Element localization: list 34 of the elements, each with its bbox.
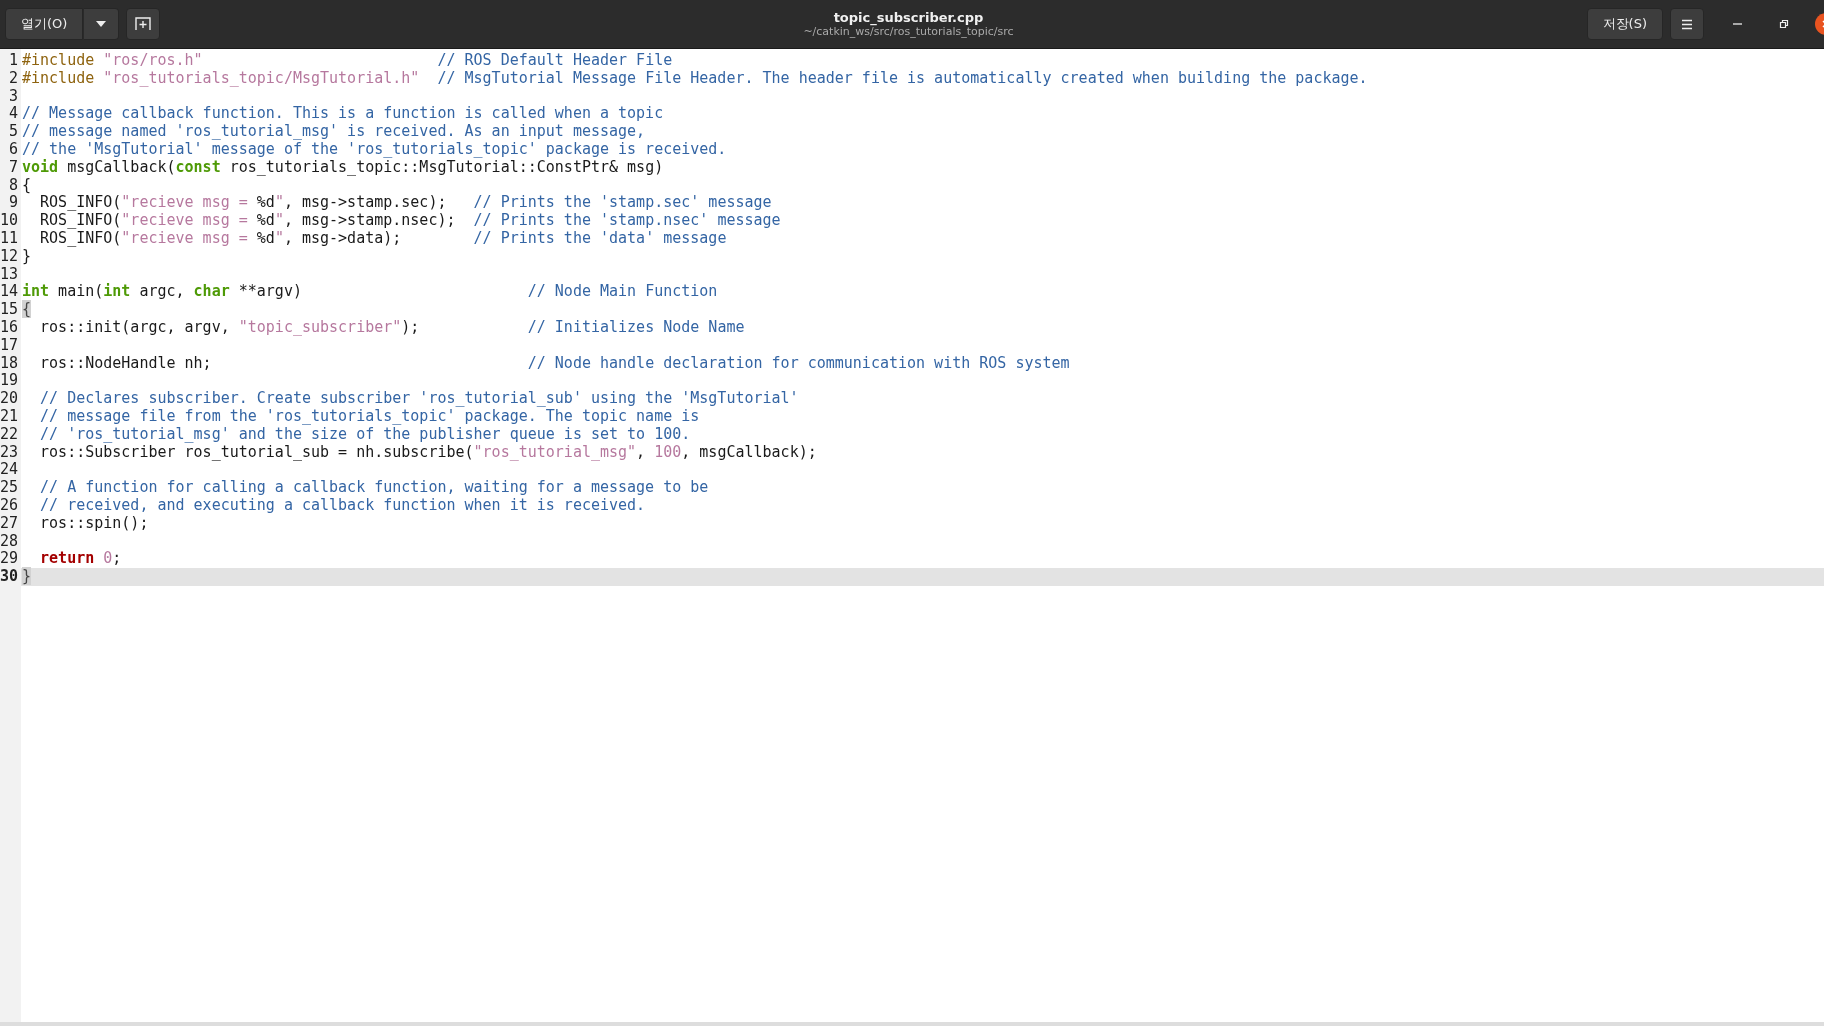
code-line: ros::Subscriber ros_tutorial_sub = nh.subscribe("ros_tutorial_msg", 100, msgCallback); [39,443,818,462]
code-line: #include "ros_tutorials_topic/MsgTutorial.h" // MsgTutorial Message File Header. The header file is automatically created when building the package. [21,69,1369,88]
code-line: // Message callback function. This is a function is called when a topic [21,105,665,124]
save-button[interactable]: 저장(S) [1586,8,1663,40]
code-line: ROS_INFO("recieve msg = %d", msg->stamp.sec); // Prints the 'stamp.sec' message [39,194,773,213]
code-line: // Declares subscriber. Create subscriber 'ros_tutorial_sub' using the 'MsgTutorial' [39,390,800,408]
code-line: { [21,176,33,195]
code-line: #include "ros/ros.h" // ROS Default Header File [21,52,674,70]
window-title: topic_subscriber.cpp [833,10,984,25]
caret-icon [95,20,108,28]
file-path: ~/catkin_ws/src/ros_tutorials_topic/src [803,25,1014,38]
code-line: return 0; [39,550,123,569]
open-menu-button[interactable] [83,8,120,40]
code-line: void msgCallback(const ros_tutorials_topic::MsgTutorial::ConstPtr& msg) [21,158,665,177]
code-line: // A function for calling a callback function, waiting for a message to be [39,479,710,497]
new-tab-icon [135,17,152,31]
restore-icon [1779,19,1789,29]
code-line: // 'ros_tutorial_msg' and the size of the publisher queue is set to 100. [39,425,692,444]
code-line: // the 'MsgTutorial' message of the 'ros_tutorials_topic' package is received. [21,141,728,159]
code-line: ROS_INFO("recieve msg = %d", msg->data); // Prints the 'data' message [39,229,728,248]
code-line: } [21,247,33,266]
code-line: int main(int argc, char **argv) // Node Main Function [21,283,719,302]
code-line: ros::spin(); [39,514,150,533]
code-line: // received, and executing a callback function when it is received. [39,496,647,515]
menu-button[interactable] [1670,8,1704,40]
minimize-icon [1732,23,1742,25]
code-line: ros::init(argc, argv, "topic_subscriber"); // Initializes Node Name [39,318,746,337]
open-button[interactable]: 열기(O) [5,8,84,40]
code-line: // message named 'ros_tutorial_msg' is received. As an input message, [21,123,647,141]
menu-icon [1681,18,1693,30]
code-line: ROS_INFO("recieve msg = %d", msg->stamp.nsec); // Prints the 'stamp.nsec' message [39,212,782,230]
code-line: ros::NodeHandle nh; // Node handle declaration for communication with ROS system [39,354,1071,373]
code-line: // message file from the 'ros_tutorials_topic' package. The topic name is [39,407,701,426]
new-tab-button[interactable] [126,8,161,40]
